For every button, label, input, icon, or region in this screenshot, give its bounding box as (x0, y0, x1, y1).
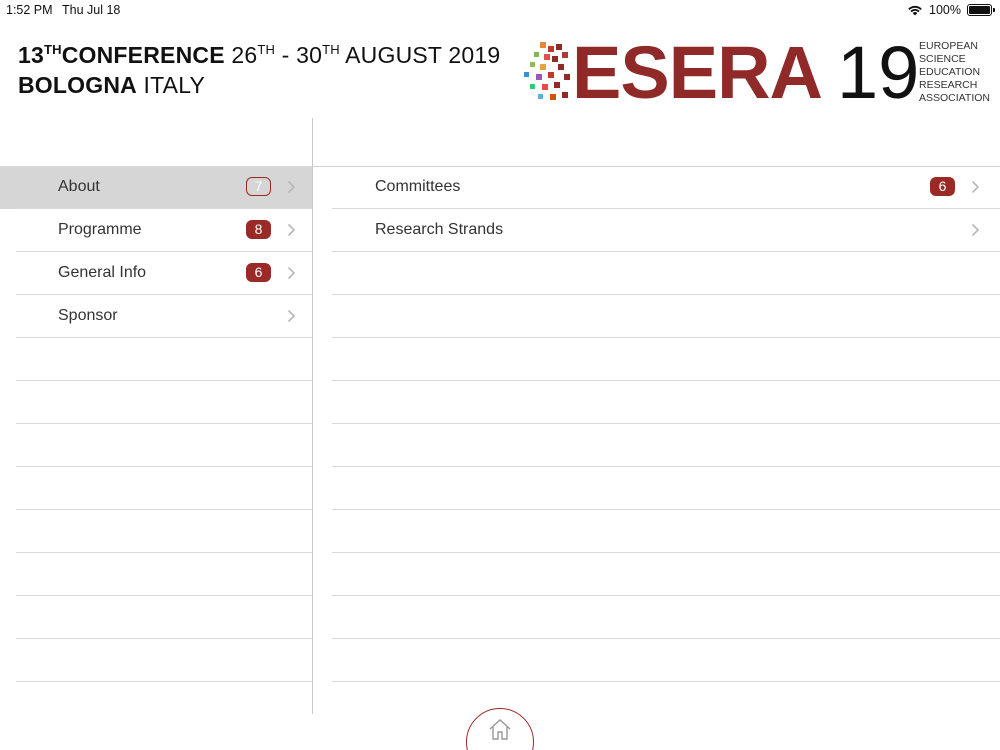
menu-item-label: Programme (58, 221, 142, 238)
empty-row (0, 596, 312, 639)
logo-esera-text: ESERA (572, 31, 823, 114)
count-badge: 6 (930, 177, 955, 196)
menu-item-programme[interactable]: Programme 8 (0, 209, 312, 252)
date-separator: - (281, 42, 290, 68)
count-badge: 6 (246, 263, 271, 282)
menu-item-label: Sponsor (58, 307, 118, 324)
month-year: AUGUST 2019 (345, 42, 501, 68)
conference-word: CONFERENCE (61, 42, 225, 68)
chevron-right-icon (287, 180, 296, 194)
empty-row (314, 381, 1000, 424)
logo-association-text: EUROPEAN SCIENCE EDUCATION RESEARCH ASSO… (919, 40, 990, 104)
empty-row (314, 639, 1000, 682)
menu-item-label: General Info (58, 264, 147, 281)
menu-item-sponsor[interactable]: Sponsor (0, 295, 312, 338)
empty-row (0, 338, 312, 381)
start-suffix: TH (257, 42, 276, 57)
chevron-right-icon (287, 266, 296, 280)
conference-banner: 13THCONFERENCE 26TH - 30TH AUGUST 2019 B… (0, 20, 1000, 120)
end-suffix: TH (322, 42, 340, 57)
menu-item-general-info[interactable]: General Info 6 (0, 252, 312, 295)
status-bar: 1:52 PM Thu Jul 18 100% (0, 0, 1000, 20)
start-day: 26 (231, 42, 258, 68)
conference-location: BOLOGNA ITALY (18, 72, 205, 99)
empty-row (314, 596, 1000, 639)
master-list: About 7 Programme 8 General Info 6 Spons… (0, 166, 312, 682)
empty-row (314, 252, 1000, 295)
detail-item-label: Research Strands (375, 221, 504, 238)
chevron-right-icon (971, 180, 980, 194)
home-button[interactable] (466, 708, 534, 750)
count-badge: 7 (246, 177, 271, 196)
status-date: Thu Jul 18 (62, 3, 121, 17)
chevron-right-icon (287, 223, 296, 237)
battery-percent: 100% (929, 3, 961, 17)
city: BOLOGNA (18, 72, 137, 98)
status-right: 100% (907, 3, 995, 17)
battery-icon (967, 4, 995, 16)
empty-row (0, 553, 312, 596)
detail-item-research-strands[interactable]: Research Strands (314, 209, 1000, 252)
esera-logo: ESERA 19 EUROPEAN SCIENCE EDUCATION RESE… (522, 31, 992, 114)
edition-suffix: TH (43, 42, 62, 57)
count-badge: 8 (246, 220, 271, 239)
end-day: 30 (296, 42, 323, 68)
master-pane: About 7 Programme 8 General Info 6 Spons… (0, 118, 313, 714)
menu-item-about[interactable]: About 7 (0, 166, 312, 209)
empty-row (0, 510, 312, 553)
empty-row (314, 338, 1000, 381)
detail-item-committees[interactable]: Committees 6 (314, 166, 1000, 209)
country: ITALY (143, 72, 206, 98)
empty-row (314, 510, 1000, 553)
empty-row (0, 381, 312, 424)
home-icon (489, 719, 511, 740)
conference-dates: 13THCONFERENCE 26TH - 30TH AUGUST 2019 (18, 42, 500, 69)
detail-item-label: Committees (375, 178, 461, 195)
chevron-right-icon (287, 309, 296, 323)
empty-row (314, 553, 1000, 596)
detail-pane: Committees 6 Research Strands (314, 118, 1000, 714)
empty-row (314, 467, 1000, 510)
status-time: 1:52 PM (6, 3, 53, 17)
logo-year: 19 (837, 31, 920, 114)
empty-row (0, 639, 312, 682)
wifi-icon (908, 5, 922, 16)
detail-list: Committees 6 Research Strands (314, 166, 1000, 682)
menu-item-label: About (58, 178, 100, 195)
empty-row (314, 424, 1000, 467)
empty-row (314, 295, 1000, 338)
chevron-right-icon (971, 223, 980, 237)
empty-row (0, 424, 312, 467)
empty-row (0, 467, 312, 510)
edition-number: 13 (18, 42, 44, 68)
